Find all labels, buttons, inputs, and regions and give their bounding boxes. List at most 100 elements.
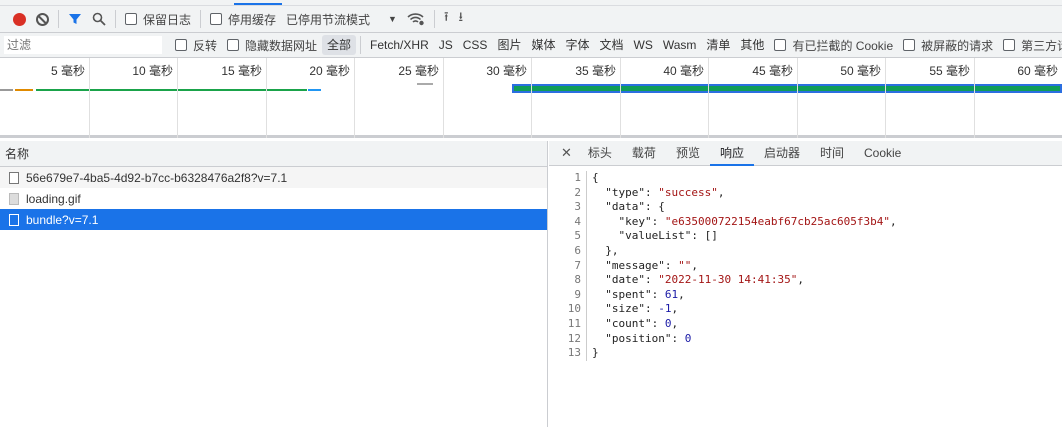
line-number: 13	[549, 346, 587, 361]
code-token: "size"	[605, 302, 645, 316]
column-header-name[interactable]: 名称	[0, 141, 547, 167]
network-toolbar: 保留日志 停用缓存 已停用节流模式 ▼ ⭱ ⭳	[0, 6, 1062, 33]
grid-line	[354, 58, 355, 138]
type-filter-2[interactable]: JS	[434, 35, 458, 55]
type-filter-3[interactable]: CSS	[458, 35, 493, 55]
search-button[interactable]	[87, 6, 111, 32]
code-line: 11 "count": 0,	[549, 316, 897, 332]
time-tick-label: 35 毫秒	[575, 64, 616, 78]
detail-tab-3[interactable]: 响应	[709, 141, 754, 166]
waterfall-bar	[417, 83, 433, 85]
request-row[interactable]: 56e679e7-4ba5-4d92-b7cc-b6328476a2f8?v=7…	[0, 167, 547, 188]
type-filter-1[interactable]: Fetch/XHR	[365, 35, 434, 55]
line-number: 3	[549, 200, 587, 215]
preserve-log-checkbox[interactable]: 保留日志	[120, 6, 196, 32]
code-token: "data"	[605, 200, 645, 214]
line-number: 10	[549, 302, 587, 317]
third-party-checkbox[interactable]: 第三方请求	[998, 32, 1062, 58]
line-number: 2	[549, 185, 587, 201]
detail-tab-1[interactable]: 载荷	[622, 141, 666, 166]
code-token: ,	[678, 287, 685, 301]
type-filter-8[interactable]: WS	[629, 35, 658, 55]
waterfall-bar-selected	[512, 84, 1062, 93]
code-token: "2022-11-30 14:41:35"	[658, 273, 798, 287]
image-icon	[9, 192, 19, 205]
record-button[interactable]	[8, 6, 31, 32]
code-token: :	[664, 258, 679, 272]
request-name: loading.gif	[26, 191, 81, 206]
import-har-button[interactable]: ⭱	[439, 6, 454, 32]
type-filter-4[interactable]: 图片	[492, 35, 526, 55]
export-har-button[interactable]: ⭳	[454, 6, 469, 32]
code-line: 10 "size": -1,	[549, 302, 897, 317]
code-token: :	[645, 185, 659, 199]
code-token: "e635000722154eabf67cb25ac605f3b4"	[664, 214, 891, 228]
blocked-requests-label: 被屏蔽的请求	[921, 38, 994, 53]
code-line: 4 "key": "e635000722154eabf67cb25ac605f3…	[549, 214, 897, 230]
filter-input[interactable]	[4, 36, 162, 54]
code-line: 9 "spent": 61,	[549, 287, 897, 303]
code-token: "position"	[605, 331, 672, 345]
line-number: 5	[549, 229, 587, 244]
code-token: "count"	[605, 316, 652, 330]
detail-tab-0[interactable]: 标头	[578, 141, 622, 166]
line-number: 11	[549, 316, 587, 332]
request-name: 56e679e7-4ba5-4d92-b7cc-b6328476a2f8?v=7…	[26, 170, 288, 185]
detail-tab-4[interactable]: 启动器	[754, 141, 810, 166]
code-token: 0	[684, 331, 692, 345]
throttle-select[interactable]: 已停用节流模式 ▼	[281, 6, 402, 32]
grid-line	[797, 58, 798, 138]
code-token: "date"	[605, 273, 645, 287]
request-name: bundle?v=7.1	[26, 212, 99, 227]
waterfall-bar	[308, 89, 321, 91]
hide-data-urls-checkbox[interactable]: 隐藏数据网址	[222, 32, 322, 58]
type-filter-5[interactable]: 媒体	[526, 35, 560, 55]
type-filter-11[interactable]: 其他	[735, 35, 769, 55]
code-token: ,	[717, 185, 725, 199]
code-token: }	[592, 346, 599, 360]
request-row[interactable]: bundle?v=7.1	[0, 209, 547, 230]
download-icon: ⭳	[458, 9, 464, 24]
line-number: 9	[549, 287, 587, 303]
time-tick-label: 10 毫秒	[132, 64, 173, 78]
request-row[interactable]: loading.gif	[0, 188, 547, 209]
blocked-requests-checkbox[interactable]: 被屏蔽的请求	[898, 32, 998, 58]
type-filter-6[interactable]: 字体	[560, 35, 594, 55]
hide-data-urls-label: 隐藏数据网址	[245, 38, 318, 53]
line-number: 4	[549, 214, 587, 230]
type-filter-9[interactable]: Wasm	[658, 35, 702, 55]
active-panel-indicator	[234, 3, 282, 5]
network-conditions-button[interactable]	[402, 6, 430, 32]
code-token: "type"	[605, 185, 645, 199]
disable-cache-checkbox[interactable]: 停用缓存	[205, 6, 281, 32]
line-number: 6	[549, 243, 587, 259]
type-filter-10[interactable]: 清单	[701, 35, 735, 55]
invert-label: 反转	[193, 38, 218, 53]
code-token: -1	[658, 302, 672, 316]
detail-tab-6[interactable]: Cookie	[854, 141, 911, 166]
type-filter-7[interactable]: 文档	[594, 35, 628, 55]
code-line: 13}	[549, 346, 897, 361]
blocked-cookies-checkbox[interactable]: 有已拦截的 Cookie	[769, 32, 898, 58]
code-token: ,	[671, 316, 679, 330]
close-icon[interactable]: ✕	[555, 145, 578, 161]
time-tick-label: 50 毫秒	[840, 64, 881, 78]
code-token: 61	[664, 287, 679, 301]
invert-checkbox[interactable]: 反转	[170, 32, 222, 58]
time-tick-label: 40 毫秒	[663, 64, 704, 78]
type-filter-0[interactable]: 全部	[322, 35, 357, 55]
filter-toggle-button[interactable]	[63, 6, 87, 32]
code-token: "spent"	[605, 287, 652, 301]
clear-button[interactable]	[31, 6, 54, 32]
grid-line	[708, 58, 709, 138]
response-body[interactable]: 1{2 "type": "success", 3 "data": {4 "key"…	[549, 171, 897, 361]
timeline-overview[interactable]: 5 毫秒 10 毫秒 15 毫秒 20 毫秒 25 毫秒 30 毫秒 35 毫秒 40 毫秒 4…	[0, 58, 1062, 138]
detail-tab-2[interactable]: 预览	[666, 141, 710, 166]
waterfall-bar	[15, 89, 33, 91]
dropdown-arrow-icon: ▼	[388, 14, 397, 24]
detail-tab-5[interactable]: 时间	[810, 141, 854, 166]
